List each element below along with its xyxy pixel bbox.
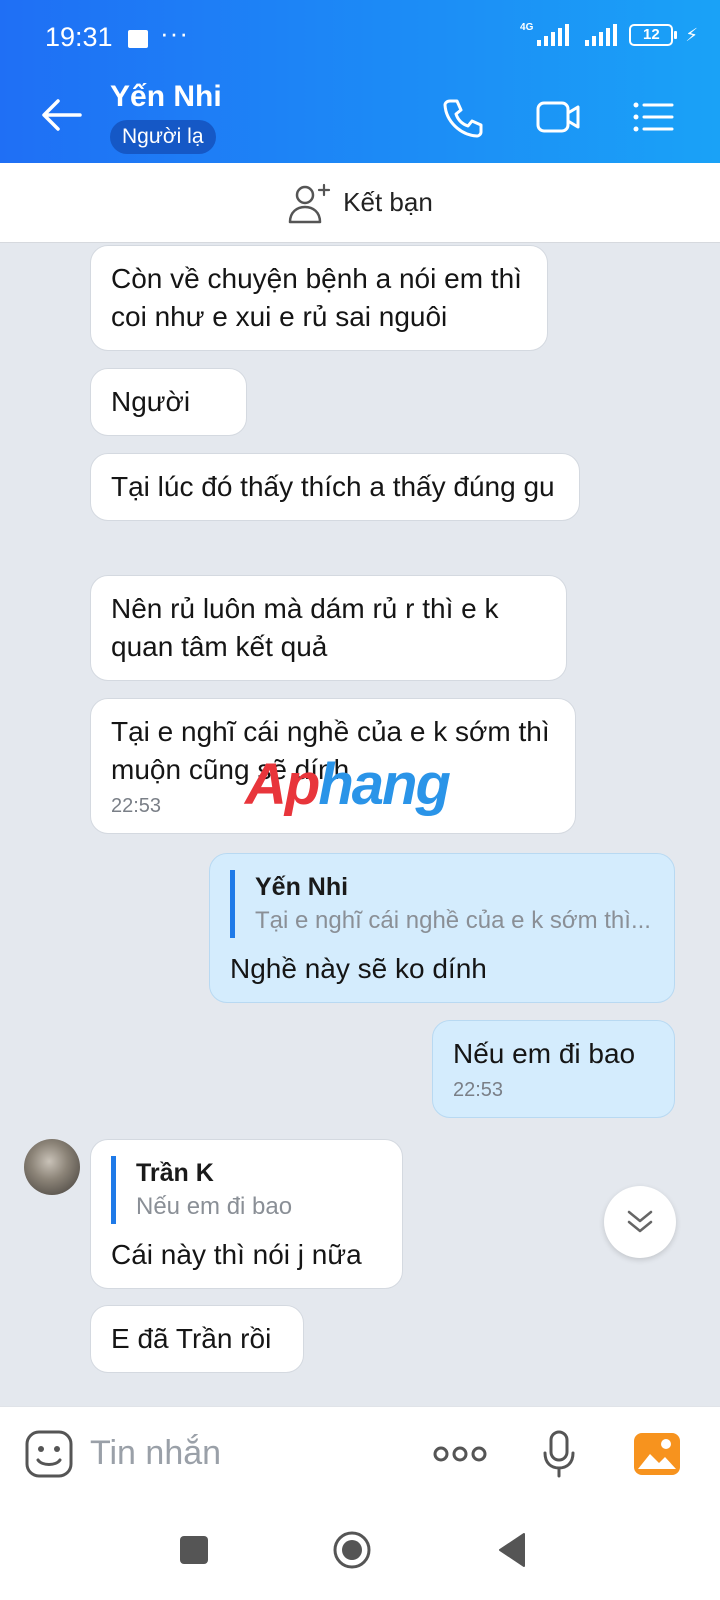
contact-name: Yến Nhi xyxy=(110,80,222,113)
signal-icon xyxy=(537,24,570,46)
quoted-message[interactable]: Yến Nhi Tại e nghĩ cái nghề của e k sớm … xyxy=(230,870,654,938)
incoming-message[interactable]: Người xyxy=(90,368,247,436)
quoted-sender: Trần K xyxy=(136,1159,214,1187)
add-friend-icon xyxy=(288,183,331,223)
menu-list-icon[interactable] xyxy=(630,95,676,139)
video-call-icon[interactable] xyxy=(535,95,581,139)
system-nav-bar xyxy=(0,1500,720,1600)
more-options-icon[interactable] xyxy=(432,1439,488,1469)
double-chevron-down-icon xyxy=(627,1210,653,1233)
home-button[interactable] xyxy=(332,1530,372,1570)
network-type: 4G xyxy=(520,21,534,33)
quoted-sender: Yến Nhi xyxy=(255,873,349,901)
recent-apps-button[interactable] xyxy=(180,1536,208,1564)
message-text: Người xyxy=(111,386,191,417)
image-gallery-icon[interactable] xyxy=(632,1429,682,1479)
outgoing-reply-message[interactable]: Yến Nhi Tại e nghĩ cái nghề của e k sớm … xyxy=(209,853,675,1003)
outgoing-message[interactable]: Nếu em đi bao 22:53 xyxy=(432,1020,675,1118)
quoted-text: Tại e nghĩ cái nghề của e k sớm thì... xyxy=(255,907,651,934)
charging-icon: ⚡ xyxy=(685,24,698,45)
incoming-message[interactable]: Tại lúc đó thấy thích a thấy đúng gu xyxy=(90,453,580,521)
status-time: 19:31 xyxy=(45,22,113,52)
contact-info[interactable]: Yến Nhi Người lạ xyxy=(110,80,222,154)
message-text: Cái này thì nói j nữa xyxy=(111,1239,362,1270)
message-text: Tại lúc đó thấy thích a thấy đúng gu xyxy=(111,471,555,502)
message-time: 22:53 xyxy=(453,1079,504,1101)
phone-call-icon[interactable] xyxy=(440,95,486,139)
notification-icon xyxy=(128,30,148,48)
add-friend-label: Kết bạn xyxy=(343,187,433,217)
watermark-logo: Aphang xyxy=(245,752,451,817)
message-text: E đã Trần rồi xyxy=(111,1323,272,1354)
message-text: Còn về chuyện bệnh a nói em thì coi như … xyxy=(111,263,522,332)
status-indicators: 4G 12 ⚡ xyxy=(520,21,698,46)
message-text: Nếu em đi bao xyxy=(453,1038,636,1069)
chat-area[interactable]: Còn về chuyện bệnh a nói em thì coi như … xyxy=(0,243,720,1406)
signal-icon-2 xyxy=(585,24,618,46)
incoming-message[interactable]: Nên rủ luôn mà dám rủ r thì e k quan tâm… xyxy=(90,575,567,681)
scroll-to-bottom-button[interactable] xyxy=(604,1186,676,1258)
chat-header: 19:31 ··· 4G 12 ⚡ Yến Nhi Người lạ xyxy=(0,0,720,163)
back-button[interactable] xyxy=(496,1530,528,1570)
status-bar: 19:31 ··· 4G 12 ⚡ xyxy=(0,0,720,75)
incoming-reply-message[interactable]: Trần K Nếu em đi bao Cái này thì nói j n… xyxy=(90,1139,403,1289)
add-friend-button[interactable]: Kết bạn xyxy=(0,163,720,243)
incoming-message[interactable]: Còn về chuyện bệnh a nói em thì coi như … xyxy=(90,245,548,351)
back-arrow-icon[interactable] xyxy=(40,95,82,135)
stranger-badge: Người lạ xyxy=(110,120,216,154)
message-input[interactable] xyxy=(90,1427,410,1479)
incoming-message[interactable]: E đã Trần rồi xyxy=(90,1305,304,1373)
sticker-emoji-icon[interactable] xyxy=(24,1429,74,1479)
quoted-text: Nếu em đi bao xyxy=(136,1193,293,1220)
message-input-bar xyxy=(0,1406,720,1500)
sender-avatar[interactable] xyxy=(24,1139,80,1195)
battery-icon: 12 xyxy=(629,24,678,46)
message-text: Nghề này sẽ ko dính xyxy=(230,953,487,984)
more-notifications-icon: ··· xyxy=(160,18,189,48)
microphone-icon[interactable] xyxy=(541,1429,577,1479)
message-text: Nên rủ luôn mà dám rủ r thì e k quan tâm… xyxy=(111,593,499,662)
quoted-message[interactable]: Trần K Nếu em đi bao xyxy=(111,1156,382,1224)
